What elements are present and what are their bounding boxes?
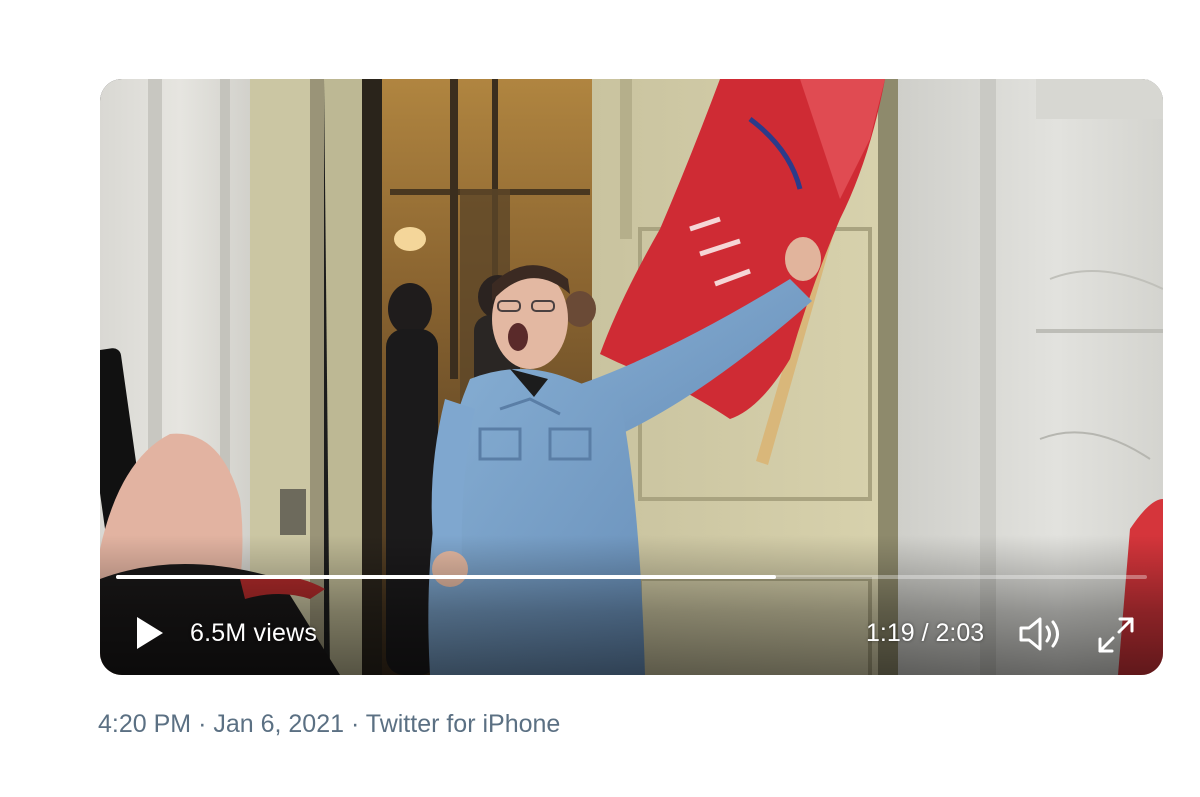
meta-separator: · (350, 710, 360, 738)
tweet-time[interactable]: 4:20 PM (98, 710, 191, 738)
progress-bar[interactable] (116, 575, 1147, 579)
time-current: 1:19 (866, 619, 915, 647)
play-icon (137, 617, 163, 649)
play-button[interactable] (128, 613, 168, 653)
time-total: 2:03 (935, 619, 985, 647)
controls-gradient (100, 535, 1163, 675)
view-count: 6.5M views (190, 619, 318, 647)
tweet-page: 6.5M views 1:19 / 2:03 4:20 PM · Jan 6, (0, 0, 1200, 797)
tweet-metadata: 4:20 PM · Jan 6, 2021 · Twitter for iPho… (98, 710, 560, 739)
video-player[interactable]: 6.5M views 1:19 / 2:03 (100, 79, 1163, 675)
fullscreen-button[interactable] (1094, 613, 1138, 657)
time-separator: / (921, 619, 929, 647)
tweet-source[interactable]: Twitter for iPhone (366, 710, 561, 738)
tweet-date[interactable]: Jan 6, 2021 (213, 710, 344, 738)
volume-icon (1019, 617, 1059, 651)
fullscreen-icon (1098, 617, 1134, 653)
progress-bar-fill (116, 575, 776, 579)
volume-button[interactable] (1018, 613, 1064, 655)
meta-separator: · (198, 710, 207, 738)
time-readout: 1:19 / 2:03 (866, 619, 984, 648)
